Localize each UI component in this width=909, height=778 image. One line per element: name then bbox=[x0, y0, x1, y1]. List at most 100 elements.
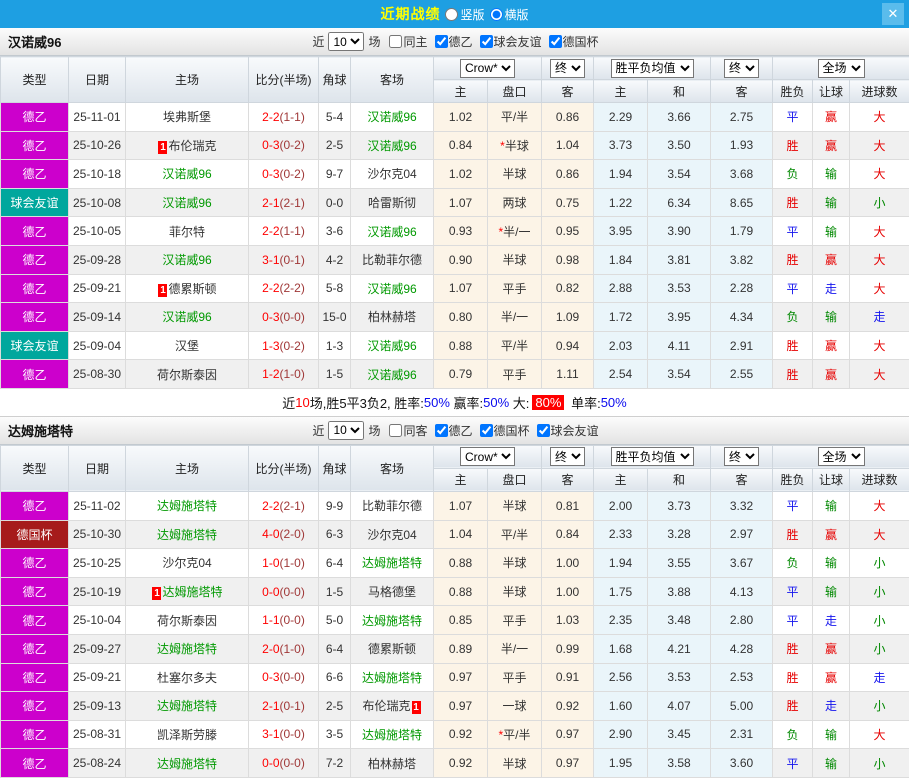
league-checkbox[interactable] bbox=[435, 35, 448, 48]
halftime-score: (1-1) bbox=[280, 110, 305, 124]
match-row: 德乙25-11-02达姆施塔特2-2(2-1)9-9比勒菲尔德1.07半球0.8… bbox=[1, 491, 909, 520]
handicap-cell: 半球 bbox=[488, 577, 542, 606]
avg-win-cell: 1.68 bbox=[594, 634, 648, 663]
dropdown-header-cell: 终 bbox=[542, 445, 594, 468]
column-header: 比分(半场) bbox=[249, 445, 319, 491]
avg-lose-cell: 3.32 bbox=[711, 491, 773, 520]
wdl-time-select[interactable]: 终 bbox=[724, 447, 759, 466]
home-odds-cell: 0.88 bbox=[434, 331, 488, 360]
away-odds-cell: 0.84 bbox=[542, 520, 594, 549]
handicap-result-cell: 输 bbox=[813, 303, 850, 332]
red-card-icon: 1 bbox=[152, 587, 161, 600]
home-odds-cell: 1.02 bbox=[434, 103, 488, 132]
odds-company-select[interactable]: Crow* bbox=[460, 59, 515, 78]
away-team-cell: 汉诺威96 bbox=[351, 331, 434, 360]
home-team-cell: 达姆施塔特 bbox=[126, 749, 249, 778]
wdl-result-cell: 平 bbox=[773, 606, 813, 635]
wdl-result-cell: 平 bbox=[773, 274, 813, 303]
away-odds-cell: 0.91 bbox=[542, 663, 594, 692]
away-team-cell: 汉诺威96 bbox=[351, 131, 434, 160]
avg-lose-cell: 1.93 bbox=[711, 131, 773, 160]
away-odds-cell: 0.97 bbox=[542, 749, 594, 778]
away-odds-cell: 1.00 bbox=[542, 577, 594, 606]
score-cell: 1-3(0-2) bbox=[249, 331, 319, 360]
league-type-cell: 德乙 bbox=[1, 663, 69, 692]
league-checkbox[interactable] bbox=[537, 424, 550, 437]
league-checkbox[interactable] bbox=[549, 35, 562, 48]
away-odds-cell: 1.09 bbox=[542, 303, 594, 332]
team-name: 汉诺威96 bbox=[367, 339, 416, 353]
full-match-select[interactable]: 全场 bbox=[818, 447, 865, 466]
match-date-cell: 25-10-18 bbox=[69, 160, 126, 189]
corners-cell: 6-4 bbox=[319, 549, 351, 578]
match-date-cell: 25-09-04 bbox=[69, 331, 126, 360]
subcolumn-header: 客 bbox=[542, 468, 594, 491]
wdl-result-cell: 胜 bbox=[773, 188, 813, 217]
halftime-score: (2-1) bbox=[280, 196, 305, 210]
handicap-result-cell: 走 bbox=[813, 274, 850, 303]
summary-part: 场,胜5平3负2, 胜率: bbox=[310, 393, 424, 412]
halftime-score: (1-0) bbox=[280, 642, 305, 656]
score-cell: 2-2(2-1) bbox=[249, 491, 319, 520]
wdl-time-select[interactable]: 终 bbox=[724, 59, 759, 78]
away-team-cell: 布伦瑞克1 bbox=[351, 692, 434, 721]
team-name: 达姆施塔特 bbox=[157, 757, 217, 771]
fulltime-score: 0-3 bbox=[262, 670, 279, 684]
odds-company-select[interactable]: Crow* bbox=[460, 447, 515, 466]
league-checkbox[interactable] bbox=[435, 424, 448, 437]
wdl-avg-select[interactable]: 胜平负均值 bbox=[611, 447, 694, 466]
recent-count-select[interactable]: 10 bbox=[328, 421, 364, 440]
recent-label: 近 bbox=[312, 33, 324, 50]
summary-part: 50% bbox=[601, 395, 627, 410]
layout-vertical-option[interactable]: 竖版 bbox=[445, 6, 484, 23]
team-name: 汉诺威96 bbox=[162, 196, 211, 210]
close-button[interactable]: ✕ bbox=[882, 3, 904, 25]
away-odds-cell: 0.86 bbox=[542, 103, 594, 132]
match-row: 德国杯25-10-30达姆施塔特4-0(2-0)6-3沙尔克041.04平/半0… bbox=[1, 520, 909, 549]
corners-cell: 9-9 bbox=[319, 491, 351, 520]
home-odds-cell: 1.07 bbox=[434, 274, 488, 303]
odds-time-select[interactable]: 终 bbox=[550, 447, 585, 466]
home-odds-cell: 0.97 bbox=[434, 692, 488, 721]
same-venue-checkbox[interactable] bbox=[389, 35, 402, 48]
handicap-cell: 平手 bbox=[488, 606, 542, 635]
recent-count-select[interactable]: 10 bbox=[328, 32, 364, 51]
corners-cell: 3-5 bbox=[319, 720, 351, 749]
match-row: 球会友谊25-10-08汉诺威962-1(2-1)0-0哈雷斯彻1.07两球0.… bbox=[1, 188, 909, 217]
team-name: 比勒菲尔德 bbox=[362, 253, 422, 267]
vertical-radio[interactable] bbox=[445, 8, 458, 21]
avg-lose-cell: 2.28 bbox=[711, 274, 773, 303]
wdl-avg-select[interactable]: 胜平负均值 bbox=[611, 59, 694, 78]
away-team-cell: 比勒菲尔德 bbox=[351, 491, 434, 520]
handicap-result-cell: 输 bbox=[813, 749, 850, 778]
score-cell: 0-0(0-0) bbox=[249, 577, 319, 606]
handicap-cell: 两球 bbox=[488, 188, 542, 217]
halftime-score: (0-0) bbox=[280, 756, 305, 770]
dropdown-header-cell: 胜平负均值 bbox=[594, 445, 711, 468]
odds-time-select[interactable]: 终 bbox=[550, 59, 585, 78]
full-match-select[interactable]: 全场 bbox=[818, 59, 865, 78]
league-checkbox[interactable] bbox=[480, 35, 493, 48]
fulltime-score: 0-3 bbox=[262, 167, 279, 181]
summary-part: 单率: bbox=[567, 393, 600, 412]
match-row: 德乙25-10-25沙尔克041-0(1-0)6-4达姆施塔特0.88半球1.0… bbox=[1, 549, 909, 578]
handicap-cell: 平手 bbox=[488, 274, 542, 303]
match-row: 德乙25-10-18汉诺威960-3(0-2)9-7沙尔克041.02半球0.8… bbox=[1, 160, 909, 189]
league-checkbox[interactable] bbox=[480, 424, 493, 437]
avg-draw-cell: 3.54 bbox=[648, 360, 711, 389]
team-name: 汉诺威96 bbox=[367, 110, 416, 124]
horizontal-radio[interactable] bbox=[490, 8, 503, 21]
avg-win-cell: 1.75 bbox=[594, 577, 648, 606]
away-team-cell: 哈雷斯彻 bbox=[351, 188, 434, 217]
games-label: 场 bbox=[368, 33, 380, 50]
match-date-cell: 25-11-02 bbox=[69, 491, 126, 520]
team-name-heading: 达姆施塔特 bbox=[8, 421, 73, 440]
league-filter-label: 球会友谊 bbox=[551, 422, 599, 439]
layout-horizontal-option[interactable]: 横版 bbox=[490, 6, 529, 23]
same-venue-checkbox[interactable] bbox=[389, 424, 402, 437]
team-name: 汉堡 bbox=[175, 339, 199, 353]
handicap-cell: *半/一 bbox=[488, 217, 542, 246]
subcolumn-header: 进球数 bbox=[850, 80, 909, 103]
team-name: 达姆施塔特 bbox=[362, 556, 422, 570]
handicap-result-cell: 走 bbox=[813, 692, 850, 721]
